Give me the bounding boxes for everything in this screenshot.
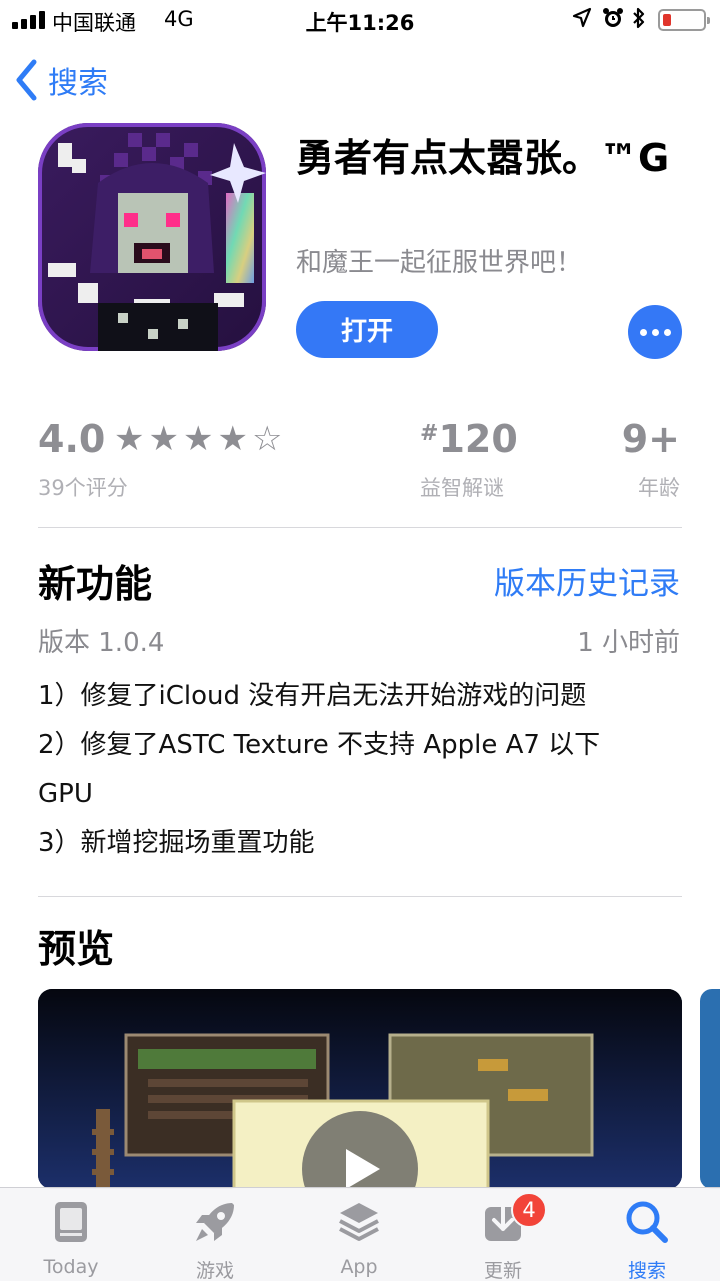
tab-label: 更新 xyxy=(483,1260,522,1281)
tab-label: 搜索 xyxy=(627,1260,666,1281)
app-icon xyxy=(38,123,266,351)
battery-icon xyxy=(658,9,710,31)
age-rating: 9+ xyxy=(621,417,680,461)
status-bar: 中国联通 4G 上午11:26 xyxy=(0,0,720,40)
search-icon xyxy=(587,1198,707,1246)
release-note-line: 2）修复了ASTC Texture 不支持 Apple A7 以下 xyxy=(38,730,601,760)
star-filled-icon: ★ xyxy=(148,419,183,459)
release-note-line: 3）新增挖掘场重置功能 xyxy=(38,828,315,858)
whats-new-title: 新功能 xyxy=(38,562,153,606)
more-options-button[interactable] xyxy=(628,305,682,359)
updates-badge: 4 xyxy=(511,1192,547,1228)
today-icon xyxy=(11,1198,131,1246)
release-notes: 1）修复了iCloud 没有开启无法开始游戏的问题 2）修复了ASTC Text… xyxy=(38,672,682,868)
location-icon xyxy=(572,7,592,34)
open-button[interactable]: 打开 xyxy=(296,301,438,358)
tab-bar: Today 游戏 App 4 更新 搜索 xyxy=(0,1187,720,1281)
release-note-line: GPU xyxy=(38,779,93,809)
tab-label: 游戏 xyxy=(195,1260,234,1281)
back-label: 搜索 xyxy=(48,66,108,101)
tab-label: Today xyxy=(43,1256,99,1278)
star-filled-icon: ★ xyxy=(182,419,218,459)
age-rating-label: 年龄 xyxy=(638,476,680,500)
preview-screenshot[interactable] xyxy=(700,989,720,1189)
star-rating: ★★★★☆ xyxy=(114,419,286,459)
star-filled-icon: ★ xyxy=(114,419,149,459)
app-subtitle: 和魔王一起征服世界吧！ xyxy=(296,248,583,278)
rating-count: 39个评分 xyxy=(38,476,128,500)
rank-category: 益智解谜 xyxy=(420,476,504,500)
tab-apps[interactable]: App xyxy=(299,1198,419,1278)
chevron-left-icon xyxy=(16,59,37,101)
chart-rank: #120 xyxy=(420,417,518,461)
version-history-link[interactable]: 版本历史记录 xyxy=(494,558,680,603)
divider xyxy=(38,527,682,528)
star-empty-icon: ☆ xyxy=(251,419,287,459)
star-filled-icon: ★ xyxy=(217,419,252,459)
tab-games[interactable]: 游戏 xyxy=(155,1198,275,1281)
release-time: 1 小时前 xyxy=(577,628,680,658)
release-note-line: 1）修复了iCloud 没有开启无法开始游戏的问题 xyxy=(38,681,587,711)
tab-updates[interactable]: 4 更新 xyxy=(443,1192,563,1281)
tab-search[interactable]: 搜索 xyxy=(587,1198,707,1281)
bluetooth-icon xyxy=(631,7,647,34)
preview-video[interactable] xyxy=(38,989,682,1189)
rating-score: 4.0 xyxy=(38,417,106,461)
app-title: 勇者有点太嚣张。™G xyxy=(296,136,670,180)
preview-title: 预览 xyxy=(38,927,115,971)
download-icon: 4 xyxy=(443,1192,563,1246)
version-number: 版本 1.0.4 xyxy=(38,628,165,658)
alarm-icon xyxy=(602,7,624,34)
layers-icon xyxy=(299,1198,419,1246)
divider xyxy=(38,896,682,897)
tab-label: App xyxy=(340,1256,378,1278)
back-button[interactable]: 搜索 xyxy=(14,58,108,102)
rocket-icon xyxy=(155,1198,275,1246)
tab-today[interactable]: Today xyxy=(11,1198,131,1278)
ellipsis-icon xyxy=(639,328,647,336)
